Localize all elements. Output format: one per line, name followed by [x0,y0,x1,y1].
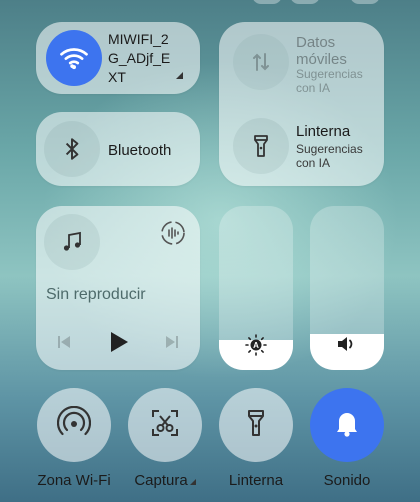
hotspot-icon [56,405,92,445]
flashlight-button-label: Linterna [228,472,284,489]
previous-icon[interactable] [56,334,72,355]
hotspot-button[interactable] [37,388,111,462]
brightness-slider[interactable]: A [219,206,293,370]
volume-slider[interactable] [310,206,384,370]
sound-label: Sonido [323,472,371,489]
screenshot-button[interactable] [128,388,202,462]
mobile-data-sub: Sugerencias con IA [296,67,363,95]
bell-icon [333,408,361,443]
expand-caret-icon[interactable] [176,72,183,79]
music-note-icon [44,214,100,270]
mobile-data-label: Datos móviles [296,34,347,68]
hotspot-label: Zona Wi-Fi [37,472,111,489]
volume-icon [310,334,384,354]
expand-caret-icon[interactable] [189,479,196,485]
next-icon[interactable] [164,334,180,355]
screenshot-icon [150,408,180,443]
media-player-tile[interactable]: Sin reproducir [36,206,200,370]
wifi-icon[interactable] [46,30,102,86]
bluetooth-label: Bluetooth [108,142,172,159]
bluetooth-icon [44,121,100,177]
quick-toggle-panel: Datos móviles Sugerencias con IA Lintern… [219,22,384,186]
flashlight-sub: Sugerencias con IA [296,142,363,170]
top-indicator [252,0,282,4]
svg-text:A: A [253,341,259,350]
flashlight-icon [244,408,268,443]
sound-button[interactable] [310,388,384,462]
mobile-data-icon[interactable] [233,34,289,90]
top-indicator [290,0,320,4]
brightness-auto-icon: A [219,334,293,356]
flashlight-icon[interactable] [233,118,289,174]
top-indicator [350,0,380,4]
bluetooth-tile[interactable]: Bluetooth [36,112,200,186]
media-status: Sin reproducir [46,286,146,303]
audio-output-icon[interactable] [160,220,186,251]
screenshot-label: Captura [115,472,215,489]
flashlight-label: Linterna [296,123,351,140]
wifi-tile[interactable]: MIWIFI_2 G_ADjf_E XT [36,22,200,94]
play-icon[interactable] [108,330,130,359]
wifi-ssid: MIWIFI_2 G_ADjf_E XT [108,31,171,85]
flashlight-button[interactable] [219,388,293,462]
